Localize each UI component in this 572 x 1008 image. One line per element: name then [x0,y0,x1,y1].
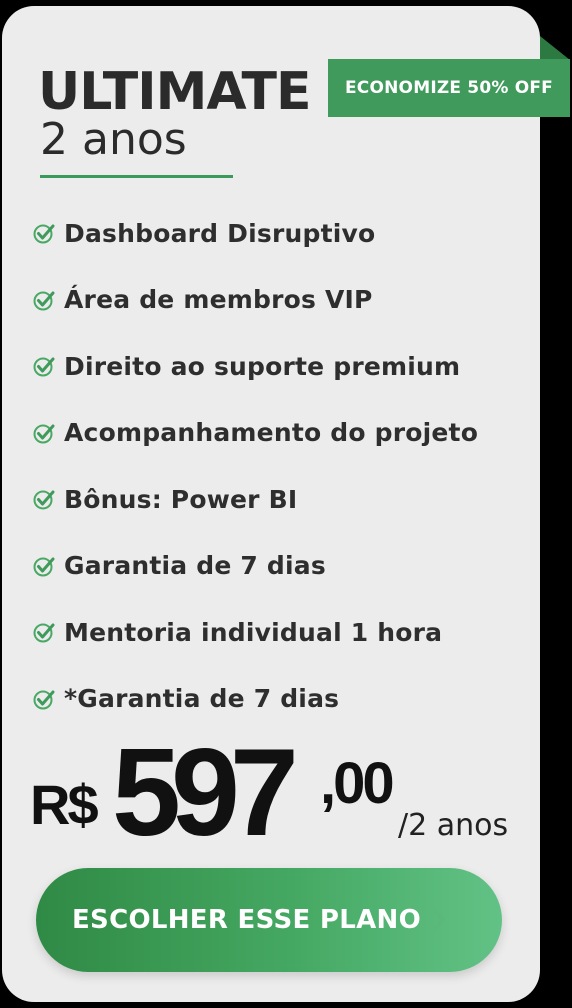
list-item: Direito ao suporte premium [32,333,478,400]
list-item: Mentoria individual 1 hora [32,599,478,666]
title-underline [40,175,233,178]
price-currency: R$ [30,773,99,836]
price-cents: ,00 [320,751,395,816]
feature-label: *Garantia de 7 dias [64,684,340,714]
check-icon [33,357,55,377]
feature-label: Garantia de 7 dias [64,551,326,581]
feature-label: Acompanhamento do projeto [64,418,479,448]
feature-label: Direito ao suporte premium [64,351,461,381]
list-item: Área de membros VIP [32,267,478,334]
check-icon [33,424,55,444]
feature-list: Dashboard Disruptivo Área de membros VIP… [32,200,478,732]
feature-label: Bônus: Power BI [64,484,298,514]
list-item: Dashboard Disruptivo [32,200,478,267]
list-item: Garantia de 7 dias [32,533,478,600]
feature-label: Dashboard Disruptivo [64,218,376,248]
feature-label: Área de membros VIP [64,285,373,315]
choose-plan-button[interactable]: ESCOLHER ESSE PLANO [36,868,502,972]
discount-label: ECONOMIZE 50% OFF [344,78,553,98]
price-period: /2 anos [398,808,509,843]
check-icon [33,224,55,244]
list-item: Bônus: Power BI [32,466,478,533]
check-icon [33,623,55,643]
chevron-right-icon [433,909,445,931]
check-icon [33,690,55,710]
check-icon [33,557,55,577]
check-icon [33,291,55,311]
feature-label: Mentoria individual 1 hora [64,617,443,647]
discount-badge: ECONOMIZE 50% OFF [328,59,570,117]
pricing-card: ULTIMATE 2 anos Dashboard Disruptivo Áre… [2,6,540,1002]
choose-plan-label: ESCOLHER ESSE PLANO [72,905,421,935]
price-amount: 597 [112,724,299,862]
price: R$ 597 ,00 /2 anos [30,731,530,855]
plan-duration: 2 anos [40,114,187,165]
ribbon-fold [540,36,570,60]
list-item: Acompanhamento do projeto [32,400,478,467]
list-item: *Garantia de 7 dias [32,666,478,733]
plan-name: ULTIMATE [38,62,312,122]
check-icon [33,490,55,510]
